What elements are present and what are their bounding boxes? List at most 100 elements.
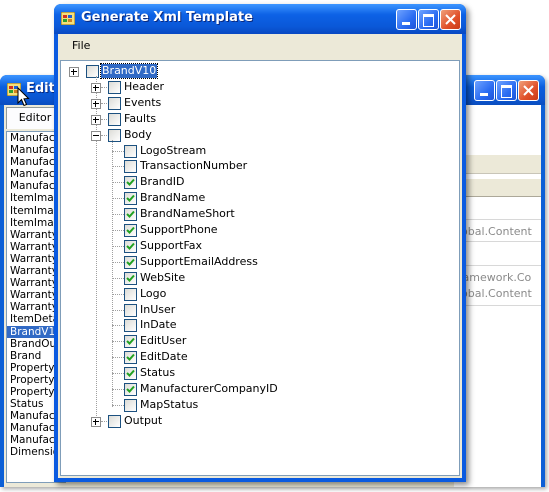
grid-line (454, 265, 541, 266)
close-button[interactable] (518, 80, 539, 101)
checkbox[interactable] (124, 224, 137, 237)
tree-node-label: BrandID (140, 175, 185, 189)
minimize-icon (402, 22, 410, 25)
tree-node-label: MapStatus (140, 397, 199, 411)
checkbox[interactable] (108, 112, 121, 126)
expand-icon[interactable] (91, 416, 101, 427)
expand-icon[interactable] (91, 82, 101, 93)
grid-line (454, 241, 541, 242)
grid-cell: lobal.Content (458, 225, 532, 238)
checkbox[interactable] (124, 239, 137, 253)
tree-line (112, 261, 124, 263)
grid-band (454, 155, 541, 174)
checkbox[interactable] (124, 271, 137, 285)
grid-line (454, 305, 541, 306)
checkbox[interactable] (124, 335, 137, 349)
dialog-maximize-button[interactable] (418, 9, 439, 30)
checkbox[interactable] (124, 351, 137, 365)
tree-node-label: Header (124, 79, 165, 93)
checkbox[interactable] (124, 398, 137, 412)
close-icon (445, 14, 456, 25)
tree-line (112, 309, 124, 311)
checkbox[interactable] (124, 303, 137, 317)
tree-node-label: Logo (140, 286, 167, 300)
tree-line (112, 389, 124, 390)
checkbox[interactable] (124, 287, 137, 301)
tree-line (112, 404, 124, 406)
tree-line (112, 357, 124, 359)
dialog-close-button[interactable] (440, 9, 461, 30)
tree-node-label: Events (124, 95, 162, 109)
tree-line (112, 277, 124, 279)
tree-node-label: InDate (140, 318, 177, 332)
dialog-minimize-button[interactable] (396, 9, 417, 30)
expand-icon[interactable] (91, 98, 101, 109)
generate-xml-template-dialog: Generate Xml Template File BrandV10 Heade… (54, 4, 466, 482)
tree-node-label: EditDate (140, 350, 188, 364)
tree-line (112, 373, 124, 375)
tree-line (96, 75, 97, 424)
maximize-icon (423, 14, 434, 27)
tree-node-label: Body (124, 127, 152, 141)
tree-node-label: SupportPhone (140, 223, 218, 236)
expand-icon[interactable] (69, 67, 79, 77)
checkbox[interactable] (124, 144, 137, 158)
tree-node-label: EditUser (140, 334, 187, 348)
checkbox[interactable] (108, 128, 121, 142)
tree-node-label: LogoStream (140, 143, 207, 157)
tree-node-label: InUser (140, 302, 176, 316)
grid-line (454, 219, 541, 220)
dialog-title-bar[interactable]: Generate Xml Template (54, 4, 466, 34)
tree-node-label: BrandName (140, 191, 206, 205)
tree-node-label: ManufacturerCompanyID (140, 382, 278, 395)
maximize-button[interactable] (496, 80, 517, 101)
checkbox[interactable] (86, 65, 99, 78)
tree-line (112, 214, 124, 216)
dialog-client-area: BrandV10 Header Events Faults Body LogoStream… (58, 58, 462, 478)
tree-line (101, 134, 107, 136)
tree-line (112, 150, 124, 152)
tree-node-label: SupportFax (140, 238, 203, 252)
tree-node-label: BrandV10 (99, 63, 159, 79)
background-grid-area: lobal.Content ramework.Co lobal.Content (454, 105, 541, 487)
tree-line (112, 198, 124, 200)
expand-icon[interactable] (91, 114, 101, 125)
checkbox[interactable] (124, 319, 137, 333)
tree-node-label: TransactionNumber (140, 159, 248, 173)
tree-line (112, 230, 124, 231)
tree-node-label: Faults (124, 111, 157, 125)
minimize-icon (480, 93, 488, 96)
tree-line (112, 182, 124, 184)
checkbox[interactable] (108, 414, 121, 428)
checkbox[interactable] (124, 192, 137, 206)
checkbox[interactable] (124, 208, 137, 222)
tree-line (101, 118, 107, 120)
tree-line (112, 325, 124, 327)
tree-line (101, 102, 107, 104)
checkbox[interactable] (108, 80, 121, 94)
tree-line (112, 245, 124, 247)
tree-line (112, 341, 124, 343)
mouse-cursor-icon (17, 87, 30, 107)
tree-line (101, 420, 107, 422)
menu-bar: File (58, 34, 462, 58)
checkbox[interactable] (124, 383, 137, 396)
tree-node-label: WebSite (140, 270, 186, 284)
grid-cell: lobal.Content (458, 287, 532, 300)
checkbox[interactable] (124, 160, 137, 174)
tree-node-label: Output (124, 413, 163, 427)
collapse-icon[interactable] (91, 130, 101, 141)
xml-tree-view[interactable]: BrandV10 Header Events Faults Body LogoStream… (60, 60, 460, 476)
tree-node-label: Status (140, 366, 176, 380)
menu-file[interactable]: File (72, 39, 90, 52)
checkbox[interactable] (108, 96, 121, 110)
checkbox[interactable] (124, 255, 137, 269)
checkbox[interactable] (124, 176, 137, 190)
tree-line (101, 86, 107, 88)
minimize-button[interactable] (474, 80, 495, 101)
checkbox[interactable] (124, 367, 137, 381)
grid-header (454, 179, 541, 197)
close-icon (523, 85, 534, 96)
tree-line (112, 139, 113, 407)
maximize-icon (501, 85, 512, 98)
